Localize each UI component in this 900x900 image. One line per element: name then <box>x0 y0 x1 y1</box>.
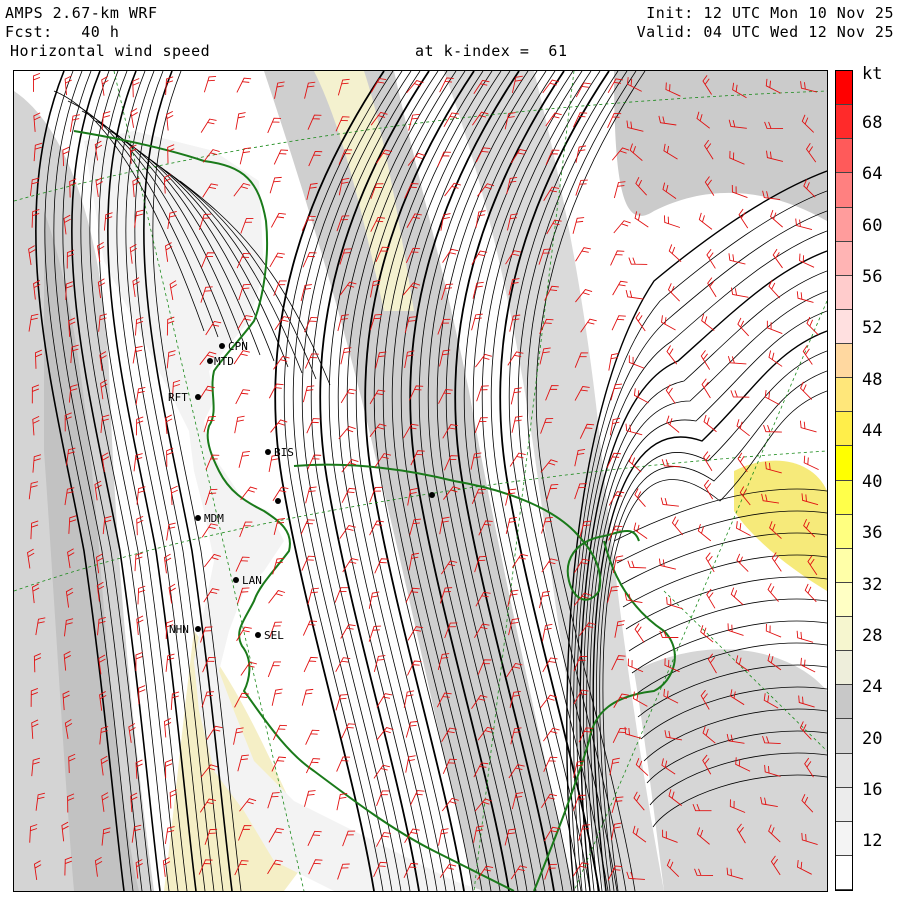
colorbar-cell <box>836 787 852 822</box>
colorbar-tick-label: 12 <box>862 831 883 852</box>
colorbar-cell <box>836 651 852 686</box>
wind-map-svg: CPN MTD RFT BIS MDM LAN NHN SEL <box>14 71 827 891</box>
station-unlabeled <box>429 492 435 498</box>
colorbar-cell <box>836 412 852 447</box>
colorbar-cell <box>836 685 852 720</box>
colorbar-tick-label: 28 <box>862 626 883 646</box>
colorbar-tick-label: 68 <box>862 113 883 133</box>
colorbar-tick-label: 52 <box>862 318 883 339</box>
colorbar-tick-label: 44 <box>862 420 883 441</box>
colorbar-cell <box>836 480 852 515</box>
colorbar <box>835 70 853 891</box>
svg-text:RFT: RFT <box>168 391 188 404</box>
colorbar-tick-label: 56 <box>862 266 883 287</box>
colorbar-cell <box>836 753 852 788</box>
init-time: Init: 12 UTC Mon 10 Nov 25 <box>646 4 894 22</box>
wind-map: CPN MTD RFT BIS MDM LAN NHN SEL <box>13 70 828 892</box>
colorbar-cell <box>836 617 852 652</box>
colorbar-cell <box>836 105 852 140</box>
colorbar-cell <box>836 275 852 310</box>
svg-text:SEL: SEL <box>264 629 284 642</box>
colorbar-tick-label: 60 <box>862 215 883 236</box>
colorbar-cell <box>836 514 852 549</box>
colorbar-cell <box>836 344 852 379</box>
colorbar-tick-label: 16 <box>862 779 883 800</box>
model-title: AMPS 2.67-km WRF <box>5 4 158 22</box>
colorbar-cell <box>836 309 852 344</box>
colorbar-cell <box>836 71 852 106</box>
colorbar-cell <box>836 855 852 890</box>
colorbar-unit: kt <box>862 64 883 84</box>
colorbar-cell <box>836 582 852 617</box>
svg-text:BIS: BIS <box>274 446 294 459</box>
colorbar-cell <box>836 378 852 413</box>
svg-text:MDM: MDM <box>204 512 224 525</box>
colorbar-cell <box>836 548 852 583</box>
colorbar-cell <box>836 719 852 754</box>
level-label: at k-index = 61 <box>415 42 568 60</box>
field-name: Horizontal wind speed <box>10 42 211 60</box>
colorbar-cell <box>836 207 852 242</box>
colorbar-tick-label: 20 <box>862 728 883 749</box>
colorbar-tick-label: 36 <box>862 523 883 544</box>
colorbar-tick-label: 64 <box>862 164 883 185</box>
svg-text:NHN: NHN <box>169 623 189 636</box>
colorbar-tick-label: 40 <box>862 472 883 493</box>
svg-text:MTD: MTD <box>214 355 234 368</box>
colorbar-cell <box>836 173 852 208</box>
colorbar-tick-label: 32 <box>862 574 883 595</box>
station-unlabeled <box>275 498 281 504</box>
svg-text:LAN: LAN <box>242 574 262 587</box>
valid-time: Valid: 04 UTC Wed 12 Nov 25 <box>636 23 894 41</box>
colorbar-cell <box>836 446 852 481</box>
colorbar-tick-label: 24 <box>862 677 883 698</box>
forecast-hour: Fcst: 40 h <box>5 23 120 41</box>
colorbar-cell <box>836 821 852 856</box>
svg-text:CPN: CPN <box>228 340 248 353</box>
colorbar-tick-label: 48 <box>862 369 883 390</box>
colorbar-cell <box>836 139 852 174</box>
colorbar-cell <box>836 241 852 276</box>
